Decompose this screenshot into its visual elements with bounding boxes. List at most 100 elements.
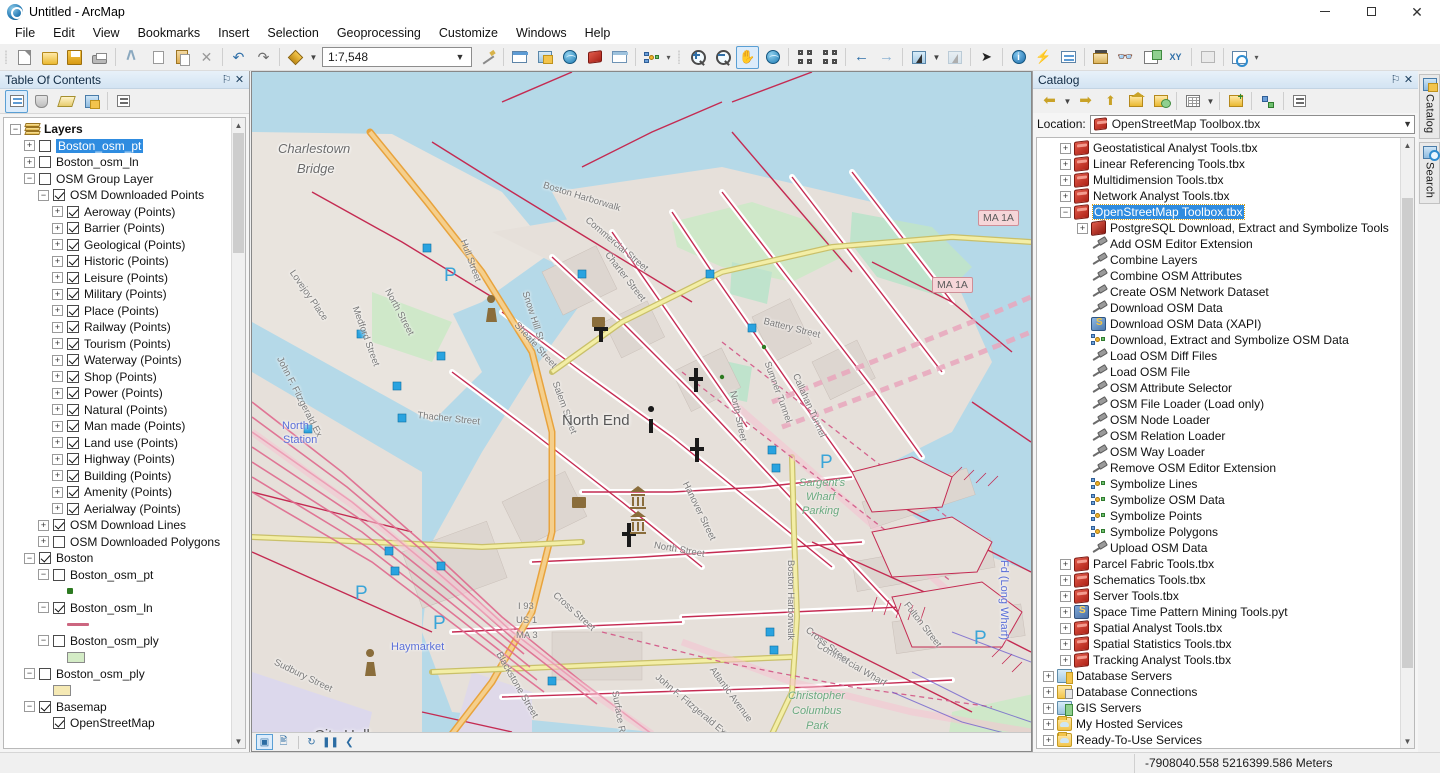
collapse-icon[interactable]: − [38, 569, 49, 580]
layer-visibility-checkbox[interactable] [67, 503, 79, 515]
hyperlink-button[interactable]: ⚡ [1032, 46, 1055, 69]
catalog-tree-item[interactable]: OSM Node Loader [1037, 412, 1400, 428]
toc-layer-row[interactable]: +Place (Points) [4, 303, 231, 320]
catalog-tree-item[interactable]: Symbolize OSM Data [1037, 492, 1400, 508]
catalog-back-dropdown[interactable]: ▼ [1062, 90, 1073, 113]
catalog-tree-item[interactable]: +Database Servers [1037, 668, 1400, 684]
toc-layer-row[interactable]: +Amenity (Points) [4, 484, 231, 501]
catalog-tree-item[interactable]: +Network Analyst Tools.tbx [1037, 188, 1400, 204]
editor-toolbar-button[interactable] [476, 46, 499, 69]
toc-layer-row[interactable]: +OSM Download Lines [4, 517, 231, 534]
list-by-visibility-button[interactable] [55, 90, 78, 113]
collapse-icon[interactable]: − [24, 668, 35, 679]
catalog-tree-item[interactable]: +Schematics Tools.tbx [1037, 572, 1400, 588]
layer-visibility-checkbox[interactable] [67, 387, 79, 399]
catalog-location-combo[interactable]: OpenStreetMap Toolbox.tbx ▼ [1090, 115, 1415, 134]
expand-icon[interactable]: + [1060, 591, 1071, 602]
redo-button[interactable]: ↷ [252, 46, 275, 69]
toc-layer-row[interactable]: +Shop (Points) [4, 369, 231, 386]
go-forward-extent-button[interactable]: → [875, 46, 898, 69]
layer-visibility-checkbox[interactable] [67, 255, 79, 267]
zoom-out-button[interactable] [711, 46, 734, 69]
toc-layer-row[interactable]: +Man made (Points) [4, 418, 231, 435]
table-of-contents-button[interactable] [508, 46, 531, 69]
scroll-down-icon[interactable]: ▼ [1401, 734, 1414, 748]
list-by-drawing-order-button[interactable] [5, 90, 28, 113]
layer-visibility-checkbox[interactable] [53, 536, 65, 548]
layer-visibility-checkbox[interactable] [67, 321, 79, 333]
layer-visibility-checkbox[interactable] [67, 371, 79, 383]
print-button[interactable] [88, 46, 111, 69]
catalog-home-button[interactable] [1124, 90, 1147, 113]
expand-icon[interactable]: + [1043, 719, 1054, 730]
expand-icon[interactable]: + [1060, 623, 1071, 634]
expand-icon[interactable]: + [24, 157, 35, 168]
fixed-zoom-in-button[interactable] [793, 46, 816, 69]
expand-icon[interactable]: + [52, 355, 63, 366]
catalog-up-button[interactable]: ⬆ [1099, 90, 1122, 113]
catalog-tree-item[interactable]: Symbolize Points [1037, 508, 1400, 524]
toc-layer-row[interactable]: −Boston_osm_pt [4, 567, 231, 584]
catalog-tree-item[interactable]: Load OSM File [1037, 364, 1400, 380]
catalog-tree-item[interactable]: Combine Layers [1037, 252, 1400, 268]
layer-visibility-checkbox[interactable] [67, 420, 79, 432]
layer-visibility-checkbox[interactable] [39, 156, 51, 168]
toc-layer-row[interactable]: +Boston_osm_pt [4, 138, 231, 155]
catalog-tree-item[interactable]: +Spatial Statistics Tools.tbx [1037, 636, 1400, 652]
layer-visibility-checkbox[interactable] [67, 305, 79, 317]
catalog-tree-item[interactable]: +GIS Servers [1037, 700, 1400, 716]
list-by-selection-button[interactable] [80, 90, 103, 113]
menu-selection[interactable]: Selection [258, 23, 327, 44]
scroll-up-icon[interactable]: ▲ [1401, 138, 1414, 152]
expand-icon[interactable]: + [52, 256, 63, 267]
layer-visibility-checkbox[interactable] [67, 206, 79, 218]
toc-layer-row[interactable]: +Aerialway (Points) [4, 501, 231, 518]
expand-icon[interactable]: + [1060, 159, 1071, 170]
layer-visibility-checkbox[interactable] [67, 338, 79, 350]
expand-icon[interactable]: + [1060, 607, 1071, 618]
undo-button[interactable]: ↶ [227, 46, 250, 69]
create-viewer-window-button[interactable] [1228, 46, 1251, 69]
html-popup-button[interactable] [1057, 46, 1080, 69]
catalog-tree-item[interactable]: +PostgreSQL Download, Extract and Symbol… [1037, 220, 1400, 236]
expand-icon[interactable]: + [52, 206, 63, 217]
measure-button[interactable] [1089, 46, 1112, 69]
catalog-tree-item[interactable]: +Linear Referencing Tools.tbx [1037, 156, 1400, 172]
expand-icon[interactable]: + [1043, 735, 1054, 746]
pause-drawing-button[interactable]: ❚❚ [322, 734, 339, 750]
menu-view[interactable]: View [84, 23, 129, 44]
expand-icon[interactable]: + [52, 454, 63, 465]
expand-icon[interactable]: + [38, 520, 49, 531]
connect-to-folder-button[interactable] [1149, 90, 1172, 113]
toc-layer-row[interactable]: +Leisure (Points) [4, 270, 231, 287]
menu-file[interactable]: File [6, 23, 44, 44]
toolbox-tree-button[interactable] [1256, 90, 1279, 113]
menu-help[interactable]: Help [576, 23, 620, 44]
menu-geoprocessing[interactable]: Geoprocessing [328, 23, 430, 44]
menu-customize[interactable]: Customize [430, 23, 507, 44]
catalog-auto-hide-button[interactable]: ⚐ [1389, 73, 1402, 87]
map-canvas[interactable]: CharlestownBridgeBoston HarborwalkCommer… [252, 72, 1031, 734]
toc-layer-row[interactable]: −Boston_osm_ln [4, 600, 231, 617]
catalog-tree-item[interactable]: +Database Connections [1037, 684, 1400, 700]
expand-icon[interactable]: + [52, 338, 63, 349]
scroll-thumb[interactable] [1402, 198, 1413, 668]
select-elements-button[interactable]: ➤ [975, 46, 998, 69]
catalog-window-button[interactable] [533, 46, 556, 69]
dock-tab-search[interactable]: Search [1419, 142, 1440, 204]
pan-button[interactable]: ✋ [736, 46, 759, 69]
data-view-button[interactable]: ▣ [256, 734, 273, 750]
catalog-tree[interactable]: +Geostatistical Analyst Tools.tbx+Linear… [1036, 137, 1415, 749]
toc-layer-row[interactable]: +Building (Points) [4, 468, 231, 485]
catalog-tree-item[interactable]: Combine OSM Attributes [1037, 268, 1400, 284]
refresh-view-button[interactable]: ↻ [303, 734, 320, 750]
layer-visibility-checkbox[interactable] [67, 470, 79, 482]
layer-visibility-checkbox[interactable] [53, 519, 65, 531]
fixed-zoom-out-button[interactable] [818, 46, 841, 69]
catalog-close-button[interactable]: ✕ [1402, 73, 1415, 87]
new-folder-button[interactable] [1224, 90, 1247, 113]
select-features-dropdown[interactable]: ▼ [931, 46, 942, 69]
expand-icon[interactable]: + [1043, 671, 1054, 682]
expand-icon[interactable]: + [1043, 687, 1054, 698]
collapse-icon[interactable]: − [38, 602, 49, 613]
